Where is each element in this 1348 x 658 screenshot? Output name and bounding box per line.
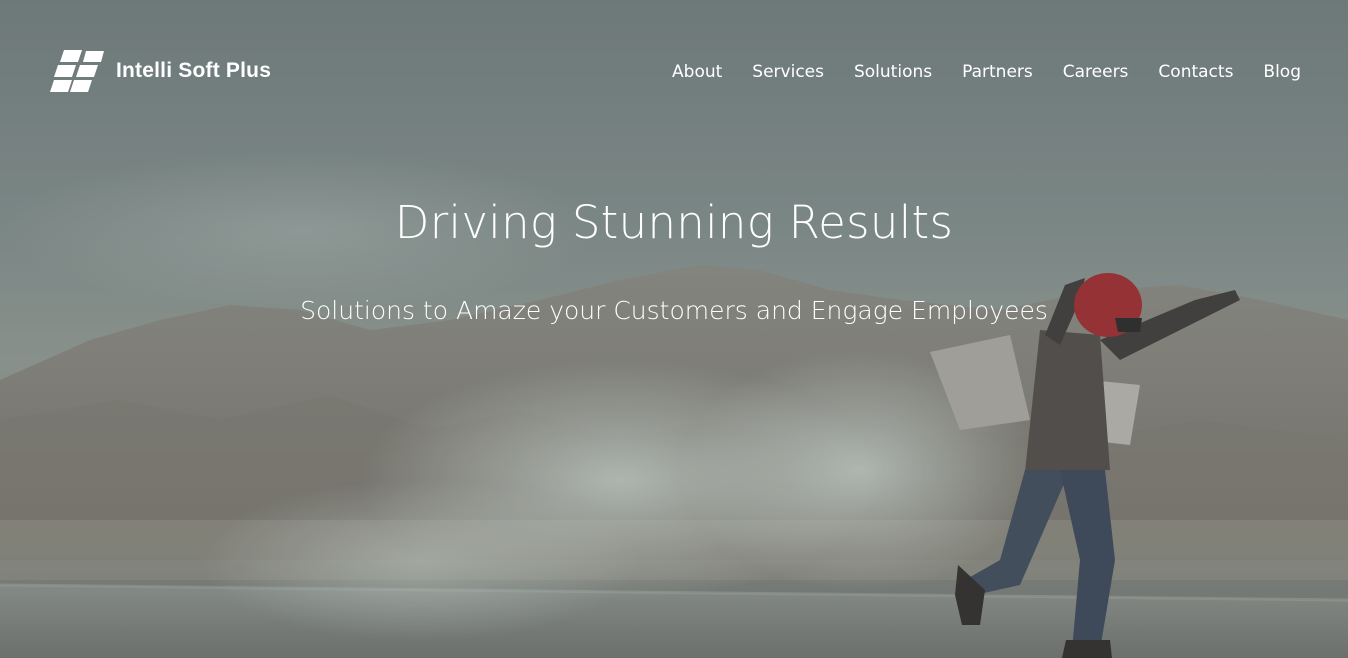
hero-subtitle: Solutions to Amaze your Customers and En… [300, 296, 1048, 325]
nav-item-solutions[interactable]: Solutions [854, 60, 932, 84]
hero-title: Driving Stunning Results [394, 196, 954, 249]
checkered-flag-icon [50, 50, 104, 92]
hero-section: Intelli Soft Plus About Services Solutio… [0, 0, 1348, 658]
nav-item-partners[interactable]: Partners [962, 60, 1033, 84]
nav-item-blog[interactable]: Blog [1263, 60, 1301, 84]
nav-item-about[interactable]: About [672, 60, 722, 84]
nav-item-contacts[interactable]: Contacts [1158, 60, 1233, 84]
brand-name: Intelli Soft Plus [116, 59, 272, 82]
site-header: Intelli Soft Plus About Services Solutio… [0, 0, 1348, 140]
nav-item-services[interactable]: Services [752, 60, 824, 84]
nav-item-careers[interactable]: Careers [1063, 60, 1129, 84]
brand-logo-link[interactable]: Intelli Soft Plus [50, 48, 271, 94]
main-navigation: About Services Solutions Partners Career… [672, 60, 1301, 84]
